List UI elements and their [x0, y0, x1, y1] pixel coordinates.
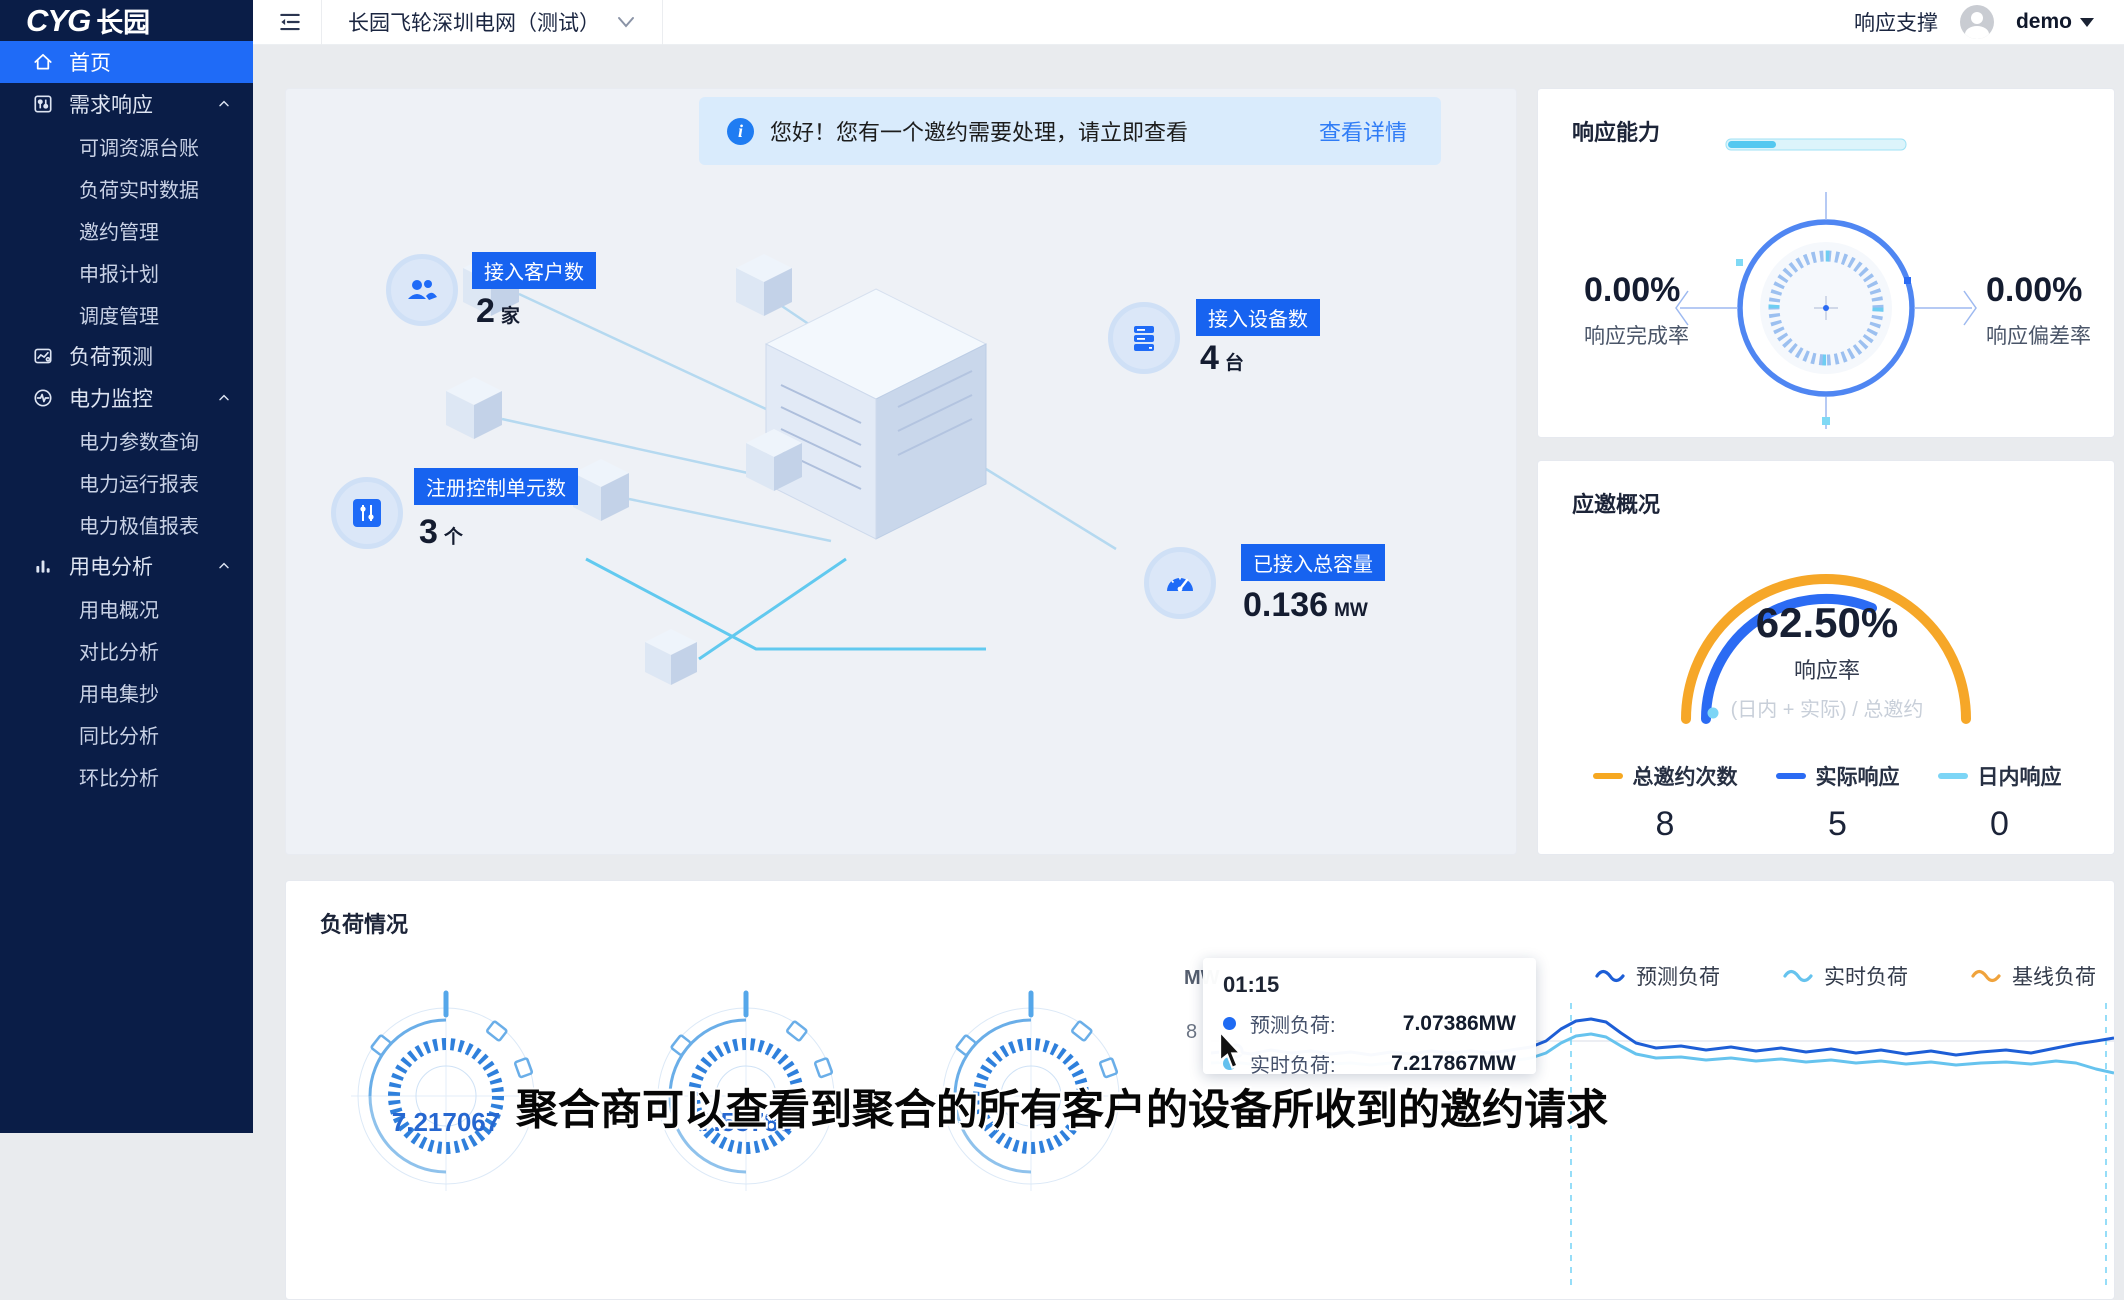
tooltip-row: 实时负荷: 7.217867MW: [1223, 1049, 1516, 1078]
home-icon: [32, 51, 54, 73]
collapse-sidebar-icon[interactable]: [277, 9, 303, 35]
chevron-up-icon: [215, 390, 233, 406]
mouse-cursor: [1218, 1032, 1248, 1072]
sidebar-item-yoy-analysis[interactable]: 同比分析: [0, 713, 253, 755]
caret-down-icon: [2080, 18, 2094, 27]
load-chart-legend: 预测负荷 实时负荷 基线负荷: [1594, 961, 2096, 991]
wave-icon: [1594, 967, 1626, 985]
sidebar-item-mom-analysis[interactable]: 环比分析: [0, 755, 253, 797]
sidebar-item-power-analysis[interactable]: 用电分析: [0, 545, 253, 587]
response-support-link[interactable]: 响应支撑: [1854, 7, 1938, 37]
gauge-icon: [1144, 547, 1216, 619]
top-header: 长园飞轮深圳电网（测试） 响应支撑 demo: [253, 0, 2124, 45]
tooltip-time: 01:15: [1223, 972, 1516, 998]
overview-hero-panel: i 您好！您有一个邀约需要处理，请立即查看 查看详情: [285, 88, 1517, 855]
user-menu[interactable]: demo: [2016, 10, 2094, 34]
response-capability-panel: 响应能力 0.00% 响应完成率 0.00% 响应偏差率: [1537, 88, 2115, 438]
sidebar-item-invitation-management[interactable]: 邀约管理: [0, 209, 253, 251]
org-selector-dropdown[interactable]: 长园飞轮深圳电网（测试）: [321, 0, 663, 45]
sidebar-item-dispatch-management[interactable]: 调度管理: [0, 293, 253, 335]
invitation-legend: 总邀约次数 8 实际响应 5 日内响应 0: [1538, 761, 2116, 844]
wave-icon: [1782, 967, 1814, 985]
legend-realtime-load[interactable]: 实时负荷: [1782, 961, 1908, 991]
sidebar-item-meter-reading[interactable]: 用电集抄: [0, 671, 253, 713]
response-deviation-stat: 0.00% 响应偏差率: [1986, 271, 2091, 350]
load-forecast-icon: [32, 345, 54, 367]
legend-dash: [1776, 773, 1806, 779]
demand-response-icon: [32, 93, 54, 115]
sidebar-item-power-parameter-query[interactable]: 电力参数查询: [0, 419, 253, 461]
sidebar-item-demand-response[interactable]: 需求响应: [0, 83, 253, 125]
sidebar-item-power-extreme-report[interactable]: 电力极值报表: [0, 503, 253, 545]
y-axis-tick: 8: [1186, 1021, 1197, 1044]
series-dot: [1223, 1017, 1236, 1030]
legend-forecast-load[interactable]: 预测负荷: [1594, 961, 1720, 991]
response-completion-stat: 0.00% 响应完成率: [1584, 271, 1689, 350]
legend-actual-responses[interactable]: 实际响应 5: [1776, 761, 1900, 844]
control-unit-icon: [331, 477, 403, 549]
sidebar-item-realtime-load-data[interactable]: 负荷实时数据: [0, 167, 253, 209]
sidebar-item-load-forecast[interactable]: 负荷预测: [0, 335, 253, 377]
app-logo: CYG 长园: [0, 0, 253, 41]
chevron-up-icon: [215, 558, 233, 574]
sidebar-item-declaration-plan[interactable]: 申报计划: [0, 251, 253, 293]
legend-dash: [1938, 773, 1968, 779]
invitation-overview-panel: 应邀概况 62.50% 响应率 (日内 + 实际) / 总邀约 总邀约次数 8 …: [1537, 460, 2115, 855]
tooltip-row: 预测负荷: 7.07386MW: [1223, 1009, 1516, 1038]
legend-intraday-responses[interactable]: 日内响应 0: [1938, 761, 2062, 844]
chevron-down-icon: [616, 15, 636, 29]
chart-tooltip: 01:15 预测负荷: 7.07386MW 实时负荷: 7.217867MW: [1203, 958, 1536, 1074]
response-rate-value: 62.50%: [1538, 599, 2116, 647]
response-radar-gauge: [1538, 89, 2116, 439]
sidebar-item-comparison-analysis[interactable]: 对比分析: [0, 629, 253, 671]
server-icon: [1108, 302, 1180, 374]
sidebar-item-home[interactable]: 首页: [0, 41, 253, 83]
sidebar-item-adjustable-resources[interactable]: 可调资源台账: [0, 125, 253, 167]
legend-total-invitations[interactable]: 总邀约次数 8: [1593, 761, 1738, 844]
sidebar: CYG 长园 首页 需求响应 可调资源台账 负荷实时数据 邀约管理 申报计划 调…: [0, 0, 253, 1133]
power-analysis-icon: [32, 555, 54, 577]
panel-title: 负荷情况: [320, 907, 408, 939]
legend-baseline-load[interactable]: 基线负荷: [1970, 961, 2096, 991]
sidebar-item-power-usage-overview[interactable]: 用电概况: [0, 587, 253, 629]
avatar[interactable]: [1960, 5, 1994, 39]
video-subtitle: 聚合商可以查看到聚合的所有客户的设备所收到的邀约请求: [516, 1076, 1608, 1137]
response-rate-label: 响应率: [1538, 653, 2116, 685]
users-icon: [386, 254, 458, 326]
sidebar-item-power-monitoring[interactable]: 电力监控: [0, 377, 253, 419]
org-selector-value: 长园飞轮深圳电网（测试）: [348, 7, 600, 37]
chevron-up-icon: [215, 96, 233, 112]
response-rate-formula: (日内 + 实际) / 总邀约: [1538, 693, 2116, 722]
sidebar-item-power-operation-report[interactable]: 电力运行报表: [0, 461, 253, 503]
power-monitor-icon: [32, 387, 54, 409]
wave-icon: [1970, 967, 2002, 985]
legend-dash: [1593, 773, 1623, 779]
